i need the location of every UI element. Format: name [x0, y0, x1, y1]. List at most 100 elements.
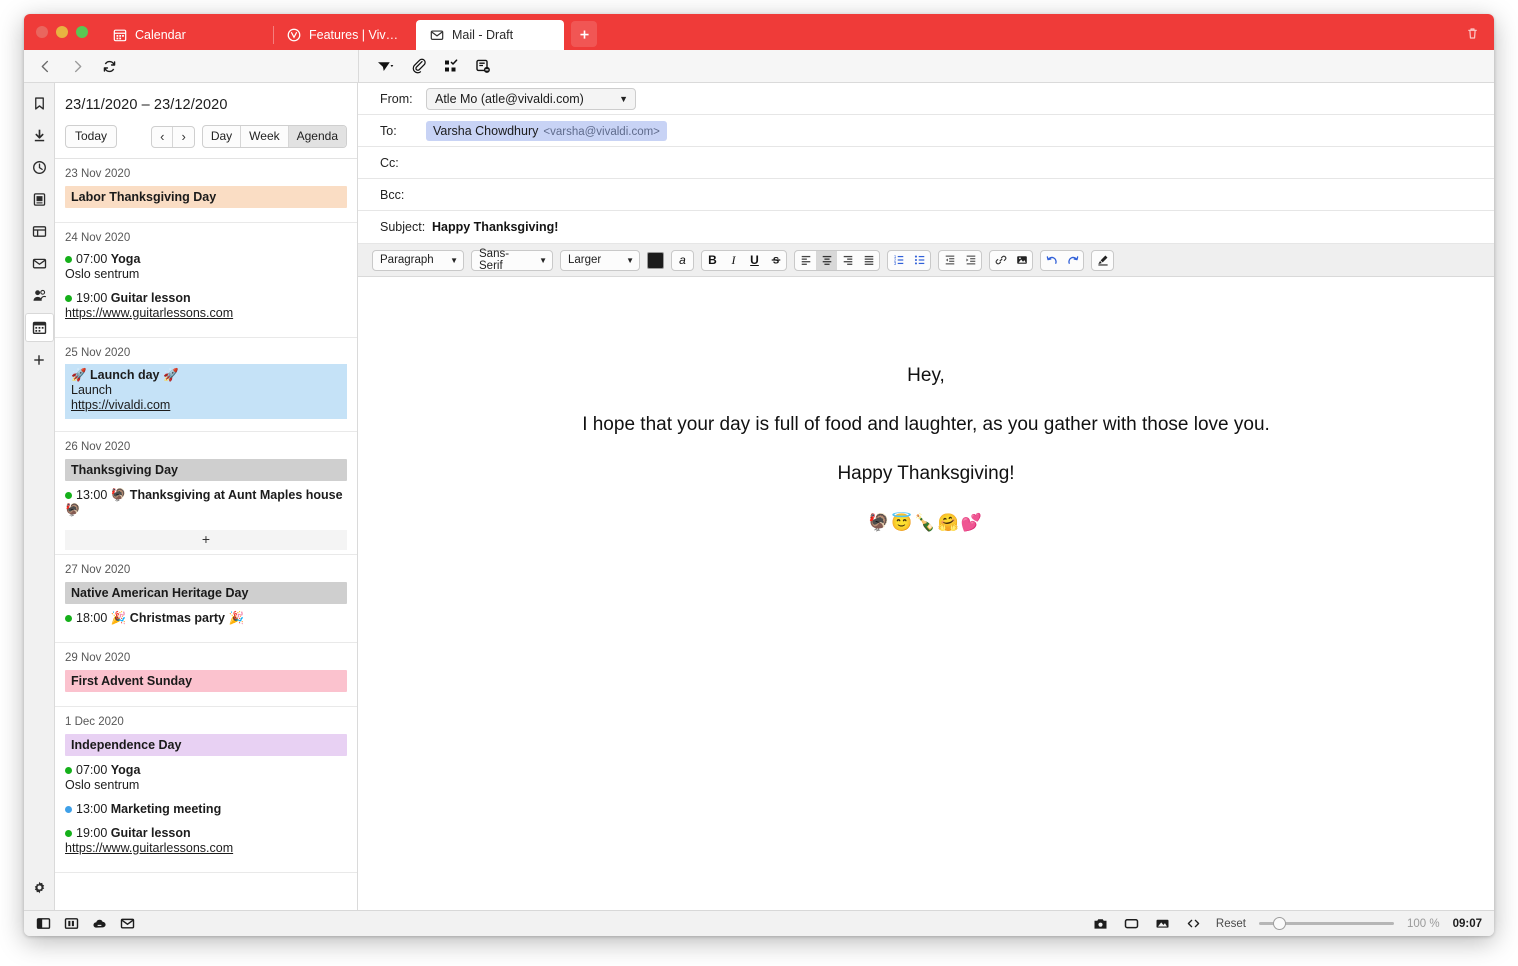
- zoom-slider[interactable]: [1258, 917, 1394, 931]
- agenda-event-link[interactable]: https://www.guitarlessons.com: [65, 306, 347, 321]
- highlight-button[interactable]: a: [672, 251, 693, 270]
- view-week-button[interactable]: Week: [240, 126, 287, 147]
- attach-button[interactable]: [405, 52, 433, 80]
- forward-button[interactable]: [62, 52, 92, 80]
- tile-tabs-button[interactable]: [62, 915, 80, 933]
- subject-row[interactable]: Subject: Happy Thanksgiving!: [358, 211, 1494, 244]
- agenda-event-time: 07:00: [76, 763, 111, 777]
- mail-body-editor[interactable]: Hey, I hope that your day is full of foo…: [358, 277, 1494, 910]
- panel-mail[interactable]: [25, 249, 54, 278]
- view-agenda-button[interactable]: Agenda: [287, 126, 346, 147]
- agenda-event[interactable]: 13:00 Marketing meeting: [55, 799, 357, 823]
- send-button[interactable]: [371, 52, 401, 80]
- add-event-button[interactable]: +: [65, 530, 347, 550]
- agenda-scroll-area[interactable]: 23 Nov 2020 Labor Thanksgiving Day 24 Nov …: [55, 159, 357, 910]
- tab-mail-draft[interactable]: Mail - Draft: [416, 20, 564, 50]
- zoom-slider-knob[interactable]: [1272, 917, 1286, 930]
- panel-downloads[interactable]: [25, 121, 54, 150]
- align-justify-button[interactable]: [858, 251, 879, 270]
- bold-button[interactable]: B: [702, 251, 723, 270]
- spellcheck-button[interactable]: [437, 52, 465, 80]
- agenda-date-range: 23/11/2020 – 23/12/2020: [65, 97, 228, 113]
- unordered-list-button[interactable]: [909, 251, 930, 270]
- agenda-event[interactable]: 18:00 🎉 Christmas party 🎉: [55, 608, 357, 632]
- agenda-event-link[interactable]: https://www.guitarlessons.com: [65, 841, 347, 856]
- redo-button[interactable]: [1062, 251, 1083, 270]
- cc-row[interactable]: Cc:: [358, 147, 1494, 179]
- back-button[interactable]: [30, 52, 60, 80]
- agenda-event-link[interactable]: https://vivaldi.com: [71, 398, 341, 413]
- images-toggle-button[interactable]: [1154, 915, 1172, 933]
- view-day-button[interactable]: Day: [203, 126, 240, 147]
- bcc-row[interactable]: Bcc:: [358, 179, 1494, 211]
- underline-button[interactable]: U: [744, 251, 765, 270]
- tab-features-vivaldi-browser[interactable]: Features | Vivaldi Browser: [273, 20, 416, 50]
- align-left-button[interactable]: [795, 251, 816, 270]
- agenda-event[interactable]: 13:00 🦃 Thanksgiving at Aunt Maples hous…: [55, 485, 357, 524]
- align-right-button[interactable]: [837, 251, 858, 270]
- trash-icon[interactable]: [1460, 21, 1484, 45]
- block-format-select[interactable]: Paragraph ▼: [372, 249, 464, 271]
- minimize-window-button[interactable]: [56, 26, 68, 38]
- agenda-view-switcher: Day Week Agenda: [201, 125, 347, 148]
- clear-format-button[interactable]: [1092, 251, 1113, 270]
- reload-button[interactable]: [94, 52, 124, 80]
- agenda-event[interactable]: 07:00 Yoga Oslo sentrum: [55, 249, 357, 288]
- today-button[interactable]: Today: [65, 125, 118, 148]
- panel-add[interactable]: [25, 345, 54, 374]
- recipient-chip[interactable]: Varsha Chowdhury <varsha@vivaldi.com>: [426, 120, 667, 141]
- image-button[interactable]: [1011, 251, 1032, 270]
- agenda-holiday-chip[interactable]: Labor Thanksgiving Day: [65, 186, 347, 208]
- ordered-list-button[interactable]: 123: [888, 251, 909, 270]
- text-color-swatch[interactable]: [647, 251, 664, 269]
- zoom-reset-button[interactable]: Reset: [1216, 918, 1246, 930]
- agenda-holiday-chip[interactable]: Thanksgiving Day: [65, 459, 347, 481]
- align-center-button[interactable]: [816, 250, 837, 270]
- indent-button[interactable]: [960, 251, 981, 270]
- toggle-panel-button[interactable]: [34, 915, 52, 933]
- agenda-event[interactable]: 19:00 Guitar lesson https://www.guitarles…: [55, 288, 357, 327]
- next-period-button[interactable]: ›: [172, 126, 193, 147]
- agenda-event-title: 07:00 Yoga: [65, 763, 347, 778]
- agenda-holiday-chip[interactable]: First Advent Sunday: [65, 670, 347, 692]
- capture-page-button[interactable]: [1092, 915, 1110, 933]
- from-select[interactable]: Atle Mo (atle@vivaldi.com) ▼: [426, 87, 636, 110]
- panel-settings[interactable]: [25, 873, 54, 902]
- agenda-event-title: 13:00 🦃 Thanksgiving at Aunt Maples hous…: [65, 488, 347, 518]
- tiling-button[interactable]: [1123, 915, 1141, 933]
- panel-notes[interactable]: [25, 185, 54, 214]
- strikethrough-button[interactable]: S: [765, 251, 786, 270]
- agenda-event[interactable]: 07:00 Yoga Oslo sentrum: [55, 760, 357, 799]
- to-row[interactable]: To: Varsha Chowdhury <varsha@vivaldi.com>: [358, 115, 1494, 147]
- agenda-event[interactable]: 🚀 Launch day 🚀 Launch https://vivaldi.com: [65, 364, 347, 419]
- mail-status-button[interactable]: [118, 915, 136, 933]
- font-size-select[interactable]: Larger ▼: [560, 249, 640, 271]
- prev-period-button[interactable]: ‹: [152, 127, 172, 147]
- agenda-event-title: 13:00 Marketing meeting: [65, 802, 347, 817]
- agenda-nav-arrows: ‹ ›: [151, 125, 195, 148]
- undo-button[interactable]: [1041, 251, 1062, 270]
- font-family-select[interactable]: Sans-Serif ▼: [471, 248, 553, 272]
- link-button[interactable]: [990, 251, 1011, 270]
- agenda-day: 26 Nov 2020 Thanksgiving Day 13:00 🦃 Thank…: [55, 432, 357, 555]
- agenda-day-label: 29 Nov 2020: [65, 652, 131, 664]
- italic-button[interactable]: I: [723, 251, 744, 270]
- sync-button[interactable]: [90, 915, 108, 933]
- agenda-event[interactable]: 19:00 Guitar lesson https://www.guitarles…: [55, 823, 357, 862]
- calendar-color-dot: [65, 830, 72, 837]
- status-bar-clock: 09:07: [1452, 917, 1482, 930]
- panel-history[interactable]: [25, 153, 54, 182]
- panel-window[interactable]: [25, 217, 54, 246]
- outdent-button[interactable]: [939, 251, 960, 270]
- developer-tools-button[interactable]: [1185, 915, 1203, 933]
- panel-bookmarks[interactable]: [25, 89, 54, 118]
- new-tab-button[interactable]: [571, 21, 597, 47]
- agenda-holiday-chip[interactable]: Independence Day: [65, 734, 347, 756]
- panel-contacts[interactable]: [25, 281, 54, 310]
- agenda-holiday-chip[interactable]: Native American Heritage Day: [65, 582, 347, 604]
- discard-draft-button[interactable]: [469, 52, 497, 80]
- tab-calendar[interactable]: Calendar: [99, 20, 273, 50]
- close-window-button[interactable]: [36, 26, 48, 38]
- maximize-window-button[interactable]: [76, 26, 88, 38]
- panel-calendar[interactable]: [24, 313, 54, 342]
